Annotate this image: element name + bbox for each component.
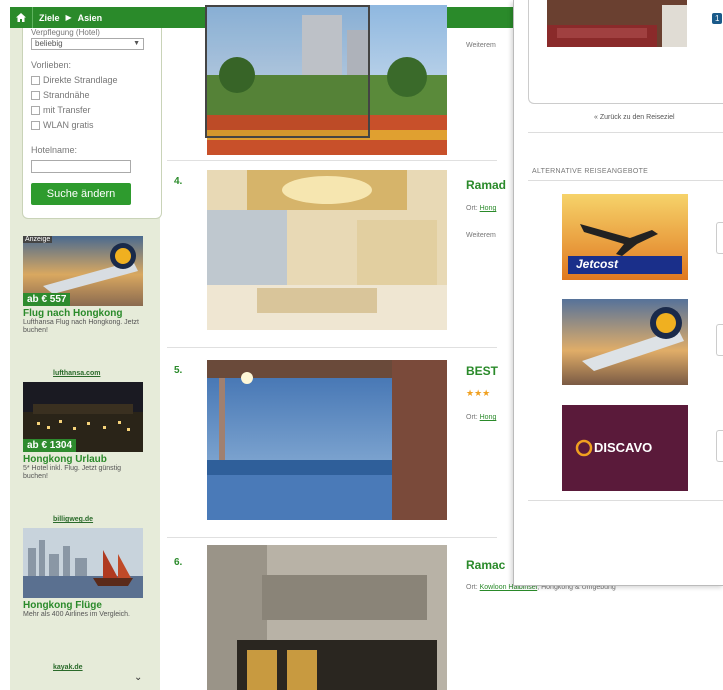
alt-offer-lufthansa[interactable] [562,299,688,385]
location-prefix: Ort: [466,205,478,212]
checkbox-mit-transfer[interactable]: mit Transfer [31,105,91,115]
result-number: 5. [174,365,183,376]
alt-offer-jetcost[interactable]: Jetcost [562,194,688,280]
checkbox-label: Strandnähe [43,90,90,100]
meal-select-value: beliebig [35,39,63,48]
hotelname-input[interactable] [31,160,131,173]
ad-price: ab € 557 [23,293,71,306]
alt-offer-discavo[interactable]: DISCAVO [562,405,688,491]
photo-hover-outline [205,5,370,138]
ad-description: 5* Hotel inkl. Flug. Jetzt günstig buche… [23,465,122,480]
left-sidebar: Verpflegung (Hotel) beliebig ▼ Vorlieben… [10,28,162,690]
ad-link[interactable]: lufthansa.com [53,370,100,377]
ad-image-night-city[interactable]: ab € 1304 [23,382,143,452]
checkbox-icon[interactable] [31,75,40,85]
result-divider [167,347,497,348]
panel-divider [528,500,723,501]
vorlieben-label: Vorlieben: [31,60,72,70]
location-link[interactable]: Hong [480,414,497,421]
hotel-photo-facade[interactable] [207,545,447,690]
hotel-photo-lobby[interactable] [207,170,447,330]
checkbox-label: Direkte Strandlage [43,75,118,85]
ad-link[interactable]: billigweg.de [53,516,93,523]
home-button[interactable] [10,7,33,28]
search-filter-box: Verpflegung (Hotel) beliebig ▼ Vorlieben… [22,28,162,219]
ad-image-plane[interactable]: Anzeige ab € 557 [23,236,143,306]
result-location: Ort: Hong [466,205,496,212]
ad-hongkong-fluege[interactable]: Hongkong Flüge Mehr als 400 Airlines im … [23,528,158,619]
panel-divider [528,132,723,133]
ad-title[interactable]: Hongkong Flüge [23,600,158,611]
checkbox-direkte-strandlage[interactable]: Direkte Strandlage [31,75,118,85]
result-divider [167,160,497,161]
location-prefix: Ort: [466,414,478,421]
location-link[interactable]: Hong [480,205,497,212]
result-location: Ort: Hong [466,414,496,421]
photo-count-badge[interactable]: 1 [712,13,723,24]
checkbox-icon[interactable] [31,90,40,100]
checkbox-strandnaehe[interactable]: Strandnähe [31,90,90,100]
checkbox-icon[interactable] [31,105,40,115]
panel-divider [528,180,723,181]
hotel-room-photo[interactable] [547,0,687,47]
result-divider [167,537,497,538]
hotel-photo-pool[interactable] [207,360,447,520]
result-title[interactable]: Ramad [466,178,506,192]
right-overlay-panel: 1 « Zurück zu den Reiseziel ALTERNATIVE … [513,0,723,586]
star-rating-icon: ★★★ [466,388,491,398]
jetcost-logo-text: Jetcost [576,257,619,271]
ad-image-harbour[interactable] [23,528,143,598]
breadcrumb-asien[interactable]: Asien [72,13,109,23]
breadcrumb-ziele[interactable]: Ziele [33,13,66,23]
meal-select[interactable]: beliebig ▼ [31,38,144,50]
ad-flug-hongkong[interactable]: Anzeige ab € 557 Flug nach Hongkong Luft… [23,236,158,335]
result-number: 6. [174,557,183,568]
hotel-detail-box: 1 [528,0,723,104]
result-title[interactable]: BEST [466,364,498,378]
result-more-info[interactable]: Weiterem [466,42,496,49]
location-prefix: Ort: [466,584,478,591]
search-change-button[interactable]: Suche ändern [31,183,131,205]
result-title[interactable]: Ramac [466,558,505,572]
alternative-offers-heading: ALTERNATIVE REISEANGEBOTE [532,168,649,175]
checkbox-label: WLAN gratis [43,120,94,130]
checkbox-wlan-gratis[interactable]: WLAN gratis [31,120,94,130]
chevron-down-icon: ▼ [133,40,140,47]
result-number: 4. [174,176,183,187]
alt-offer-arrow-icon[interactable] [716,324,723,356]
discavo-logo-text: DISCAVO [594,440,653,455]
back-to-destinations-link[interactable]: « Zurück zu den Reiseziel [594,114,675,121]
checkbox-icon[interactable] [31,120,40,130]
checkbox-label: mit Transfer [43,105,91,115]
ad-badge: Anzeige [23,236,53,243]
hotelname-label: Hotelname: [31,145,78,155]
alt-offer-arrow-icon[interactable] [716,430,723,462]
alt-offer-arrow-icon[interactable] [716,222,723,254]
ad-title[interactable]: Flug nach Hongkong [23,308,158,319]
home-icon [16,13,26,22]
meal-select-label: Verpflegung (Hotel) [31,28,100,37]
ad-hongkong-urlaub[interactable]: ab € 1304 Hongkong Urlaub 5* Hotel inkl.… [23,382,158,481]
ad-link[interactable]: kayak.de [53,664,83,671]
chevron-down-icon[interactable]: ⌄ [134,672,142,683]
ad-price: ab € 1304 [23,439,77,452]
ad-title[interactable]: Hongkong Urlaub [23,454,158,465]
ad-description: Lufthansa Flug nach Hongkong. Jetzt buch… [23,319,139,334]
ad-description: Mehr als 400 Airlines im Vergleich. [23,611,130,618]
result-more-info[interactable]: Weiterem [466,232,496,239]
